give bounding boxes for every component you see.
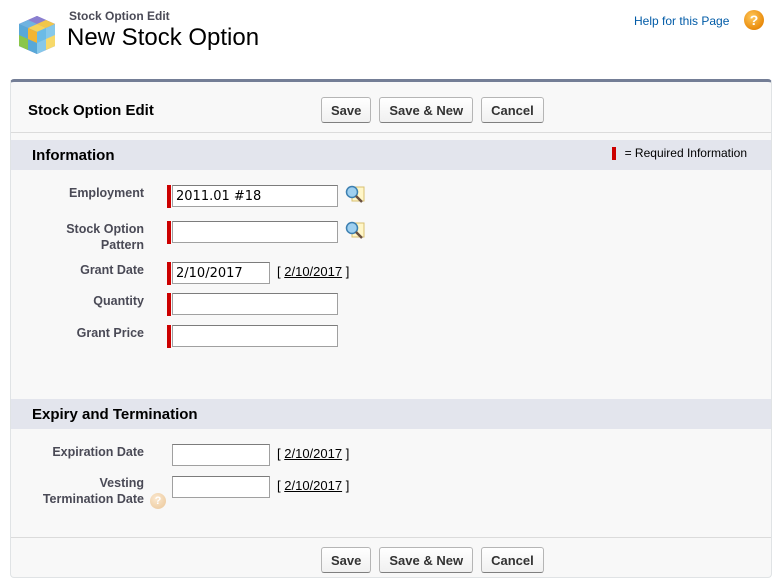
page-header: Stock Option Edit New Stock Option Help … <box>0 0 783 70</box>
employment-label: Employment <box>68 186 144 200</box>
grant-date-today: [ 2/10/2017 ] <box>277 264 350 279</box>
save-and-new-button[interactable]: Save & New <box>379 547 474 573</box>
cancel-button[interactable]: Cancel <box>481 547 544 573</box>
cancel-button[interactable]: Cancel <box>481 97 544 123</box>
stock-option-pattern-input[interactable] <box>172 221 338 243</box>
vesting-termination-date-input[interactable] <box>172 476 270 498</box>
section-expiry-header: Expiry and Termination <box>11 399 771 429</box>
bottom-button-row: Save Save & New Cancel <box>321 547 544 573</box>
field-help-icon[interactable]: ? <box>150 493 166 509</box>
grant-date-today-link[interactable]: 2/10/2017 <box>284 264 342 279</box>
required-marker <box>167 185 171 208</box>
page-title: New Stock Option <box>67 24 260 51</box>
quantity-label: Quantity <box>93 294 144 308</box>
required-marker <box>167 325 171 348</box>
pattern-label: Stock Option Pattern <box>66 222 144 252</box>
lookup-icon[interactable] <box>344 220 366 242</box>
required-marker <box>611 146 616 160</box>
edit-panel: Stock Option Edit Save Save & New Cancel… <box>10 79 772 578</box>
save-button[interactable]: Save <box>321 547 372 573</box>
quantity-input[interactable] <box>172 293 338 315</box>
panel-title: Stock Option Edit <box>28 102 154 119</box>
grant-price-input[interactable] <box>172 325 338 347</box>
grant-price-label: Grant Price <box>76 326 144 340</box>
required-legend: = Required Information <box>611 146 747 160</box>
grant-date-label: Grant Date <box>80 263 144 277</box>
save-button[interactable]: Save <box>321 97 372 123</box>
required-marker <box>167 293 171 316</box>
expiration-date-today: [ 2/10/2017 ] <box>277 446 350 461</box>
expiration-date-input[interactable] <box>172 444 270 466</box>
vesting-termination-label: Vesting Termination Date <box>42 476 144 506</box>
required-marker <box>167 262 171 285</box>
expiration-date-label: Expiration Date <box>52 445 144 459</box>
vesting-termination-today-link[interactable]: 2/10/2017 <box>284 478 342 493</box>
required-marker <box>167 221 171 244</box>
panel-header: Stock Option Edit Save Save & New Cancel <box>11 82 771 133</box>
grant-date-input[interactable] <box>172 262 270 284</box>
section-title: Expiry and Termination <box>32 406 198 423</box>
help-link[interactable]: Help for this Page <box>634 14 729 28</box>
page-subtitle: Stock Option Edit <box>69 9 170 23</box>
top-button-row: Save Save & New Cancel <box>321 97 544 123</box>
footer-divider <box>11 537 771 538</box>
expiration-date-today-link[interactable]: 2/10/2017 <box>284 446 342 461</box>
section-title: Information <box>32 147 115 164</box>
required-legend-text: = Required Information <box>624 146 747 160</box>
stock-option-cube-icon <box>19 16 55 54</box>
section-information-header: Information = Required Information <box>11 140 771 170</box>
help-icon[interactable]: ? <box>744 10 764 30</box>
save-and-new-button[interactable]: Save & New <box>379 97 474 123</box>
lookup-icon[interactable] <box>344 184 366 206</box>
employment-input[interactable] <box>172 185 338 207</box>
vesting-termination-today: [ 2/10/2017 ] <box>277 478 350 493</box>
